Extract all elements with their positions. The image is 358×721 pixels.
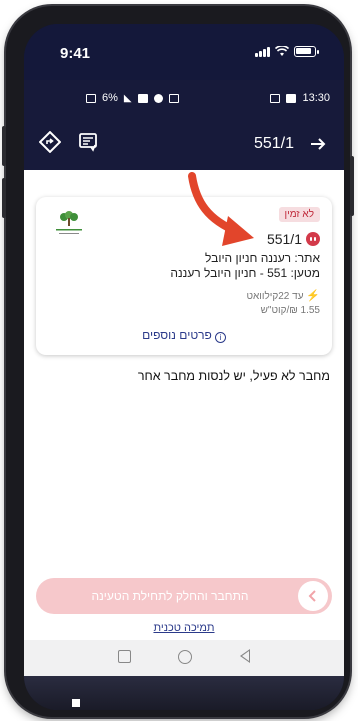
wifi-icon [275,46,289,56]
charger-id-row: 551/1 [267,231,320,247]
content-area: לא זמין 551/1 אתר: רעננה חניון היובל מטע… [24,170,344,640]
android-status-right: 13:30 [270,92,330,104]
app-bar: 551/1 [24,116,344,170]
red-arrow-annotation [188,172,254,246]
charger-id: 551/1 [266,231,302,247]
power-value: עד 22קילוואט [246,291,304,302]
cast-icon [270,93,281,103]
arrow-right-icon[interactable] [306,132,330,156]
vibrate-icon [137,93,148,103]
navigate-icon[interactable] [38,130,62,154]
screen: 9:41 6% ◣ 13:30 551/1 לא זמין 551/1 אתר:… [24,24,344,710]
more-details-link[interactable]: iפרטים נוספים [36,328,332,343]
plug-icon [306,232,320,246]
no-signal-icon: ◣ [123,92,132,104]
price-value: 1.55 ₪/קוט"ש [260,305,320,316]
phone-frame: 9:41 6% ◣ 13:30 551/1 לא זמין 551/1 אתר:… [2,6,354,717]
volume-down-button [2,178,6,218]
recents-button[interactable] [118,650,131,663]
android-nav-bar [24,640,344,676]
municipality-logo [56,211,82,234]
chevron-left-icon [308,590,316,602]
image-icon [286,93,297,103]
lightning-icon: ⚡ [306,290,320,302]
signal-icon [255,46,270,57]
ios-status-bar: 9:41 [24,24,344,80]
more-details-label: פרטים נוספים [142,328,212,342]
ios-time: 9:41 [60,45,91,62]
inactive-connector-message: מחבר לא פעיל, יש לנסות מחבר אחר [137,369,330,383]
tech-support-link[interactable]: תמיכה טכנית [24,622,344,634]
status-badge: לא זמין [278,207,320,222]
battery-percent: 6% [102,92,118,104]
back-button[interactable] [240,649,250,663]
slider-label: התחבר והחלק לתחילת הטעינה [91,589,249,603]
volume-up-button [2,126,6,166]
appbar-actions [38,130,100,154]
android-status-bar: 6% ◣ 13:30 [24,80,344,116]
report-icon[interactable] [76,130,100,154]
info-icon: i [214,332,226,343]
charger-line: מטען: 551 - חניון היובל רעננה [170,266,320,280]
home-button[interactable] [178,650,192,664]
battery-icon [294,46,319,57]
slider-knob[interactable] [298,581,328,611]
android-time: 13:30 [302,92,330,104]
bottom-area [24,676,344,710]
nfc-icon [168,93,179,103]
dnd-icon [153,93,163,103]
ios-status-icons [255,46,319,57]
start-charging-slider[interactable]: התחבר והחלק לתחילת הטעינה [36,578,332,614]
power-button [350,156,354,216]
android-status-left: 6% ◣ [86,92,179,104]
power-row: ⚡ עד 22קילוואט [246,289,320,302]
appbar-title-group: 551/1 [254,132,330,156]
home-indicator [72,699,80,707]
battery-saver-icon [86,93,96,103]
appbar-title: 551/1 [253,135,294,152]
